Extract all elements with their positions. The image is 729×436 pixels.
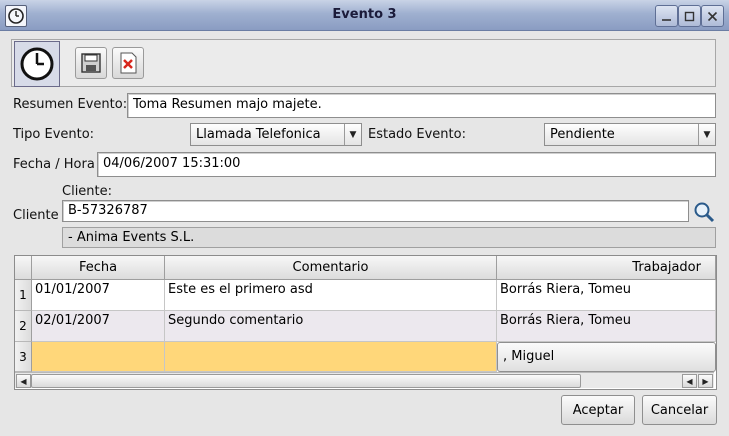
scroll-left-icon[interactable]: ◀: [16, 374, 31, 388]
column-header-fecha[interactable]: Fecha: [32, 256, 165, 280]
column-header-trabajador[interactable]: Trabajador: [497, 256, 716, 280]
column-header-comentario[interactable]: Comentario: [165, 256, 497, 280]
row-header[interactable]: 2: [15, 311, 32, 342]
cliente-name-display: - Anima Events S.L.: [62, 227, 716, 248]
table-cell-comentario[interactable]: [165, 342, 497, 372]
cancel-button[interactable]: Cancelar: [642, 395, 717, 425]
cliente-sublabel: Cliente:: [62, 184, 113, 199]
horizontal-scrollbar[interactable]: ◀ ◀ ▶: [15, 372, 714, 388]
table-cell-fecha[interactable]: 01/01/2007: [32, 280, 165, 311]
tipo-select[interactable]: Llamada Telefonica ▼: [190, 123, 362, 146]
fecha-field[interactable]: 04/06/2007 15:31:00: [97, 152, 716, 177]
fecha-label: Fecha / Hora: [13, 157, 95, 172]
resumen-label: Resumen Evento:: [13, 97, 128, 112]
estado-select[interactable]: Pendiente ▼: [544, 123, 716, 146]
clock-icon: [20, 47, 54, 81]
table-corner: [15, 256, 32, 280]
tipo-select-value: Llamada Telefonica: [196, 127, 321, 142]
delete-button[interactable]: [112, 47, 144, 79]
search-icon[interactable]: [692, 200, 716, 223]
close-icon[interactable]: [701, 5, 724, 27]
scroll-left-icon[interactable]: ◀: [682, 374, 697, 388]
window-title: Evento 3: [332, 7, 397, 22]
table-cell-comentario[interactable]: Segundo comentario: [165, 311, 497, 342]
table-cell-comentario[interactable]: Este es el primero asd: [165, 280, 497, 311]
scroll-right-icon[interactable]: ▶: [698, 374, 713, 388]
row-header[interactable]: 3: [15, 342, 32, 372]
table-cell-trabajador-editor[interactable]: , Miguel: [497, 342, 716, 372]
resumen-field[interactable]: Toma Resumen majo majete.: [127, 93, 716, 118]
tipo-label: Tipo Evento:: [13, 127, 95, 142]
accept-button[interactable]: Aceptar: [561, 395, 635, 425]
table-cell-fecha[interactable]: 02/01/2007: [32, 311, 165, 342]
comments-table[interactable]: Fecha Comentario Trabajador 1 01/01/2007…: [14, 255, 717, 390]
maximize-icon[interactable]: [678, 5, 701, 27]
table-cell-trabajador[interactable]: Borrás Riera, Tomeu: [497, 280, 716, 311]
minimize-icon[interactable]: [655, 5, 678, 27]
estado-label: Estado Evento:: [368, 127, 466, 142]
cliente-code-field[interactable]: B-57326787: [62, 200, 689, 222]
event-clock-button[interactable]: [14, 41, 60, 87]
save-icon: [81, 53, 101, 73]
estado-select-value: Pendiente: [550, 127, 615, 142]
scrollbar-thumb[interactable]: [31, 374, 581, 388]
table-cell-fecha[interactable]: [32, 342, 165, 372]
save-button[interactable]: [75, 47, 107, 79]
chevron-down-icon: ▼: [698, 124, 715, 145]
chevron-down-icon: ▼: [344, 124, 361, 145]
cliente-label: Cliente: [13, 208, 59, 223]
delete-icon: [120, 52, 137, 74]
table-cell-trabajador[interactable]: Borrás Riera, Tomeu: [497, 311, 716, 342]
row-header[interactable]: 1: [15, 280, 32, 311]
